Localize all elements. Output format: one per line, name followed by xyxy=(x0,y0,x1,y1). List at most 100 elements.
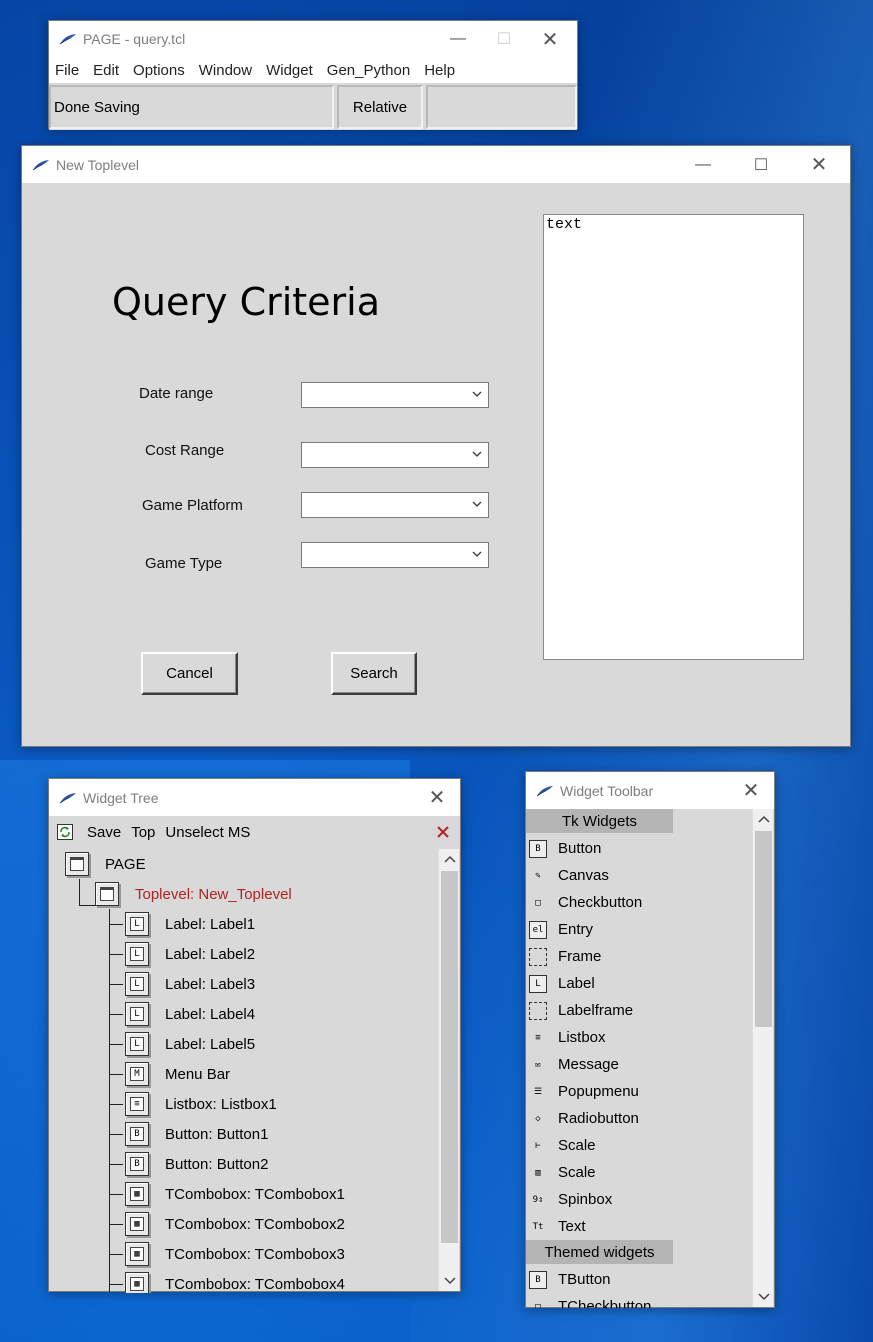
tree-node-label: TCombobox: TCombobox1 xyxy=(165,1185,345,1203)
tree-save-button[interactable]: Save xyxy=(87,824,121,841)
toolbar-item-tcheckbutton[interactable]: □ TCheckbutton xyxy=(526,1293,651,1308)
toolbar-scrollbar[interactable] xyxy=(752,809,773,1307)
toolbar-item-spinbox[interactable]: 9⇕ Spinbox xyxy=(526,1186,613,1213)
cancel-button[interactable]: Cancel xyxy=(141,652,238,695)
tree-top-button[interactable]: Top xyxy=(131,824,155,841)
chevron-up-icon xyxy=(757,815,770,823)
menu-gen-python[interactable]: Gen_Python xyxy=(327,62,410,79)
tree-node-child[interactable]: L Label: Label3 xyxy=(125,969,255,999)
relative-mode-button[interactable]: Relative xyxy=(337,85,423,129)
listbox-icon: ≡ xyxy=(535,1032,541,1043)
page-titlebar[interactable]: PAGE - query.tcl — ☐ ✕ xyxy=(49,21,577,57)
tree-node-label: Label: Label2 xyxy=(165,945,256,963)
toplevel-titlebar[interactable]: New Toplevel — ☐ ✕ xyxy=(22,146,850,183)
scroll-thumb[interactable] xyxy=(755,831,772,1027)
menu-help[interactable]: Help xyxy=(424,62,455,79)
close-button[interactable]: ✕ xyxy=(527,21,573,57)
tree-unselect-ms-button[interactable]: Unselect MS xyxy=(165,824,250,841)
widget-tree-window: Widget Tree ✕ Save Top Unselect MS PAGE … xyxy=(48,778,461,1293)
toolbar-item-frame[interactable]: Frame xyxy=(526,943,601,970)
tree-node-child[interactable]: ▦ TCombobox: TCombobox1 xyxy=(125,1179,345,1209)
page-window-title: PAGE - query.tcl xyxy=(83,31,186,47)
widget-type-icon: M xyxy=(125,1062,149,1086)
page-menubar: File Edit Options Window Widget Gen_Pyth… xyxy=(49,57,577,83)
widget-type-icon: B xyxy=(125,1122,149,1146)
scroll-down-arrow[interactable] xyxy=(439,1271,460,1291)
tree-node-child[interactable]: ▦ TCombobox: TCombobox4 xyxy=(125,1269,345,1293)
menu-options[interactable]: Options xyxy=(133,62,185,79)
scroll-down-arrow[interactable] xyxy=(753,1287,774,1307)
game-platform-combobox[interactable] xyxy=(301,492,489,518)
date-range-combobox[interactable] xyxy=(301,382,489,408)
toolbar-item-tbutton[interactable]: B TButton xyxy=(526,1266,611,1293)
maximize-button[interactable]: ☐ xyxy=(481,21,527,57)
widget-type-icon: L xyxy=(125,972,149,996)
tree-node-toplevel[interactable]: Toplevel: New_Toplevel xyxy=(95,879,292,909)
feather-icon xyxy=(59,34,76,45)
menu-file[interactable]: File xyxy=(55,62,79,79)
text-area[interactable]: text xyxy=(543,214,804,660)
toolbar-item-text[interactable]: Tt Text xyxy=(526,1213,586,1240)
toolbar-item-button[interactable]: B Button xyxy=(526,835,601,862)
toolbar-item-label[interactable]: L Label xyxy=(526,970,595,997)
cost-range-combobox[interactable] xyxy=(301,442,489,468)
tree-node-child[interactable]: ▦ TCombobox: TCombobox3 xyxy=(125,1239,345,1269)
tree-node-child[interactable]: L Label: Label5 xyxy=(125,1029,255,1059)
toolbar-item-popupmenu[interactable]: ☰ Popupmenu xyxy=(526,1078,639,1105)
tree-node-label: TCombobox: TCombobox2 xyxy=(165,1215,345,1233)
widget-type-icon: L xyxy=(125,942,149,966)
minimize-button[interactable]: — xyxy=(435,21,481,57)
toolbar-item-label: Button xyxy=(558,840,602,857)
toolbar-item-checkbutton[interactable]: □ Checkbutton xyxy=(526,889,642,916)
scroll-thumb[interactable] xyxy=(441,871,458,1243)
toolbar-item-label: Popupmenu xyxy=(558,1083,639,1100)
close-button[interactable]: ✕ xyxy=(728,772,774,809)
toolbar-item-canvas[interactable]: ✎ Canvas xyxy=(526,862,609,889)
query-criteria-heading: Query Criteria xyxy=(112,280,381,324)
toolbar-item-scale[interactable]: ⊢ Scale xyxy=(526,1132,595,1159)
toolbar-item-message[interactable]: ✉ Message xyxy=(526,1051,619,1078)
close-button[interactable]: ✕ xyxy=(796,146,842,183)
chevron-down-icon xyxy=(472,451,482,457)
tk-widgets-header: Tk Widgets xyxy=(526,809,673,833)
tree-node-child[interactable]: ≡ Listbox: Listbox1 xyxy=(125,1089,277,1119)
refresh-icon[interactable] xyxy=(57,824,73,840)
toolbar-item-listbox[interactable]: ≡ Listbox xyxy=(526,1024,605,1051)
tree-node-child[interactable]: L Label: Label4 xyxy=(125,999,255,1029)
chevron-down-icon xyxy=(472,501,482,507)
tree-node-child[interactable]: L Label: Label1 xyxy=(125,909,255,939)
menu-edit[interactable]: Edit xyxy=(93,62,119,79)
tree-node-child[interactable]: B Button: Button1 xyxy=(125,1119,268,1149)
tree-node-child[interactable]: ▦ TCombobox: TCombobox2 xyxy=(125,1209,345,1239)
game-type-combobox[interactable] xyxy=(301,542,489,568)
toolbar-item-radiobutton[interactable]: ◇ Radiobutton xyxy=(526,1105,639,1132)
tree-node-child[interactable]: B Button: Button2 xyxy=(125,1149,268,1179)
close-red-x-icon[interactable] xyxy=(436,825,450,839)
tree-scrollbar[interactable] xyxy=(438,849,459,1291)
toolbar-item-entry[interactable]: el Entry xyxy=(526,916,593,943)
widget-type-icon: B xyxy=(125,1152,149,1176)
toolbar-item-labelframe[interactable]: Labelframe xyxy=(526,997,633,1024)
feather-icon xyxy=(59,792,76,803)
scroll-up-arrow[interactable] xyxy=(439,849,460,869)
minimize-button[interactable]: — xyxy=(680,146,726,183)
tree-node-page[interactable]: PAGE xyxy=(65,849,146,879)
search-button[interactable]: Search xyxy=(331,652,417,695)
tree-node-child[interactable]: M Menu Bar xyxy=(125,1059,230,1089)
tree-node-label: TCombobox: TCombobox4 xyxy=(165,1275,345,1293)
tree-node-child[interactable]: L Label: Label2 xyxy=(125,939,255,969)
page-main-window: PAGE - query.tcl — ☐ ✕ File Edit Options… xyxy=(48,20,578,130)
window-icon xyxy=(95,882,119,906)
widget-tree-titlebar[interactable]: Widget Tree ✕ xyxy=(49,779,460,816)
maximize-button[interactable]: ☐ xyxy=(738,146,784,183)
widget-toolbar-titlebar[interactable]: Widget Toolbar ✕ xyxy=(526,772,774,809)
scroll-up-arrow[interactable] xyxy=(753,809,774,829)
close-button[interactable]: ✕ xyxy=(414,779,460,816)
toolbar-item-label: Scale xyxy=(558,1164,596,1181)
menu-window[interactable]: Window xyxy=(199,62,252,79)
themed-widgets-header: Themed widgets xyxy=(526,1240,673,1264)
toolbar-item-scale[interactable]: ▥ Scale xyxy=(526,1159,596,1186)
toolbar-item-label: Spinbox xyxy=(558,1191,613,1208)
frame-icon xyxy=(529,947,547,966)
menu-widget[interactable]: Widget xyxy=(266,62,313,79)
